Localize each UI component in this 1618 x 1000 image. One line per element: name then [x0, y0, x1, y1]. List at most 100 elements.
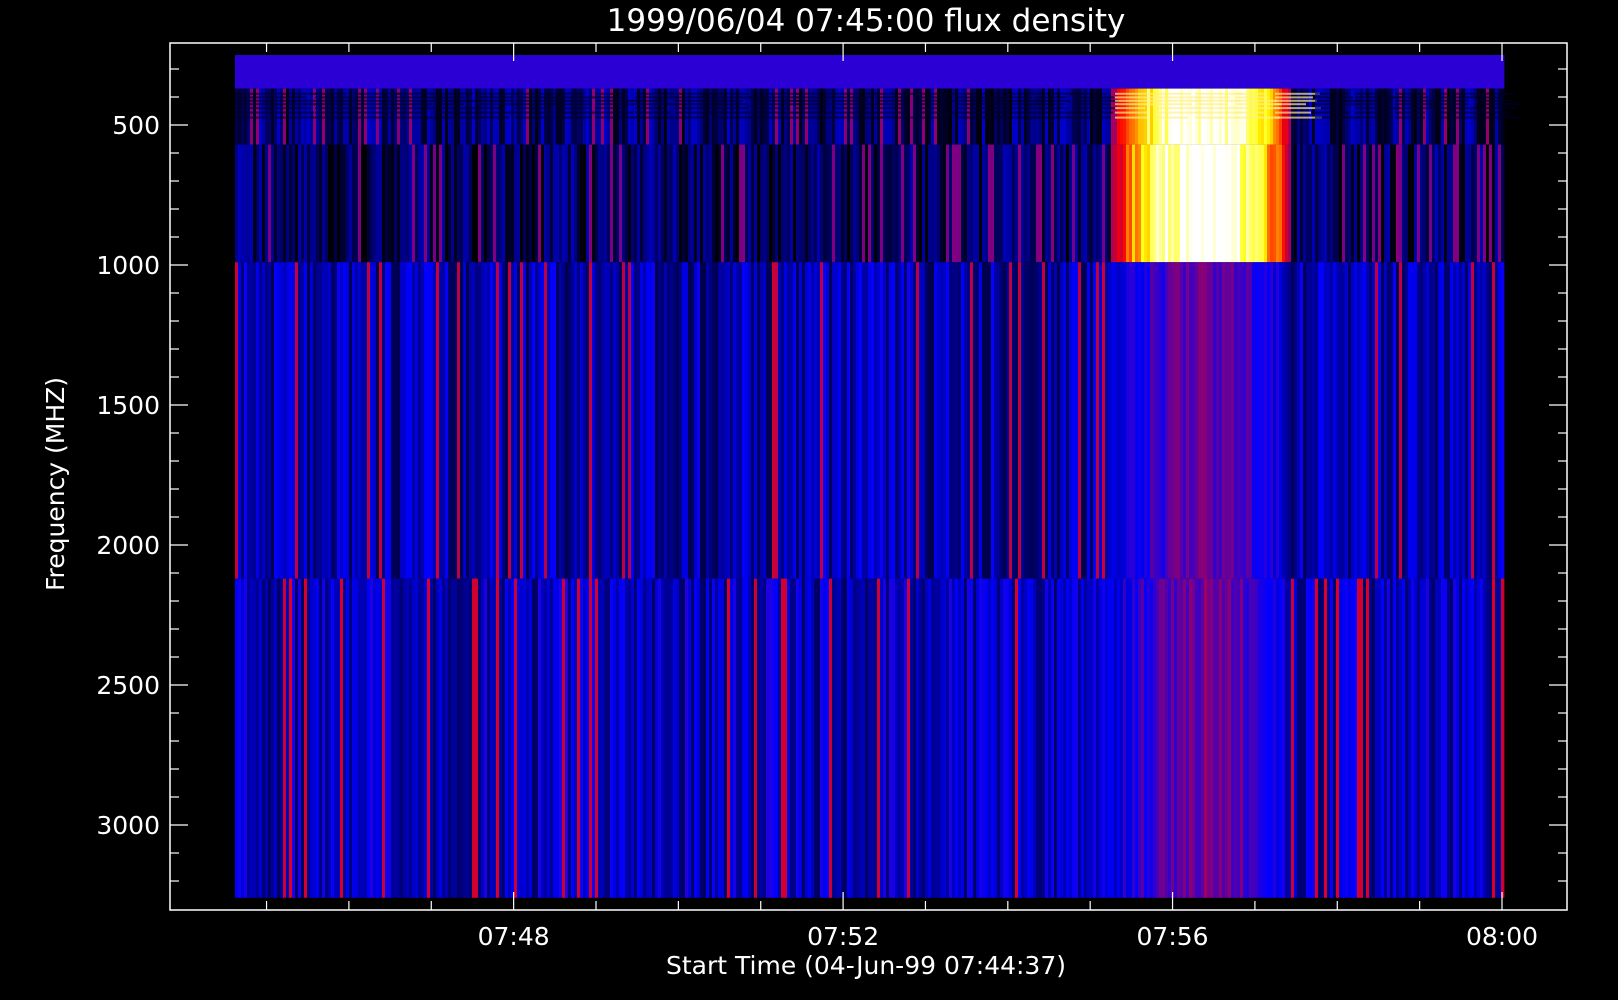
- spectrogram-cell: [301, 578, 305, 898]
- spectrogram-cell: [1297, 578, 1301, 898]
- spectrogram-cell: [328, 144, 332, 263]
- spectrogram-cell: [1165, 55, 1169, 89]
- spectrogram-striation: [1075, 111, 1113, 114]
- spectrogram-cell: [1045, 578, 1049, 898]
- spectrogram-cell: [1057, 144, 1061, 263]
- spectrogram-cell: [655, 144, 659, 263]
- spectrogram-cell: [619, 578, 623, 898]
- spectrogram-cell: [385, 262, 389, 579]
- spectrogram-cell: [472, 55, 476, 89]
- spectrogram-cell: [748, 55, 752, 89]
- spectrogram-cell: [976, 578, 980, 898]
- spectrogram-cell: [316, 578, 320, 898]
- spectrogram-cell: [706, 55, 710, 89]
- spectrogram-cell: [853, 578, 857, 898]
- spectrogram-cell: [1270, 262, 1274, 579]
- spectrogram-cell: [691, 262, 695, 579]
- spectrogram-cell: [802, 578, 806, 898]
- spectrogram-cell: [805, 55, 809, 89]
- spectrogram-striation: [715, 111, 750, 114]
- spectrogram-cell: [1090, 262, 1094, 579]
- spectrogram-cell: [739, 55, 743, 89]
- spectrogram-cell: [796, 262, 800, 579]
- spectrogram-cell: [1402, 55, 1406, 89]
- spectrogram-cell: [1426, 578, 1430, 898]
- spectrogram-cell: [379, 578, 383, 898]
- spectrogram-cell: [1321, 144, 1325, 263]
- spectrogram-cell: [466, 55, 470, 89]
- spectrogram-cell: [265, 55, 269, 89]
- spectrogram-cell: [412, 55, 416, 89]
- spectrogram-striation: [395, 92, 442, 95]
- spectrogram-cell: [709, 144, 713, 263]
- spectrogram-cell: [754, 262, 758, 579]
- spectrogram-cell: [817, 578, 821, 898]
- spectrogram-cell: [958, 55, 962, 89]
- spectrogram-cell: [241, 262, 245, 579]
- spectrogram-striation: [275, 111, 314, 114]
- spectrogram-cell: [1198, 55, 1202, 89]
- spectrogram-cell: [640, 144, 644, 263]
- spectrogram-cell: [1003, 578, 1007, 898]
- spectrogram-cell: [364, 262, 368, 579]
- spectrogram-cell: [667, 144, 671, 263]
- spectrogram-cell: [1081, 55, 1085, 89]
- spectrogram-cell: [1495, 55, 1499, 89]
- spectrogram-cell: [301, 55, 305, 89]
- spectrogram-striation: [1355, 107, 1400, 110]
- spectrogram-cell: [286, 55, 290, 89]
- spectrogram-cell: [1498, 55, 1502, 89]
- y-tick-label: 1500: [96, 391, 160, 420]
- spectrogram-striation: [435, 96, 465, 99]
- spectrogram-cell: [1390, 262, 1394, 579]
- spectrogram-cell: [1186, 55, 1190, 89]
- spectrogram-cell: [439, 144, 443, 263]
- spectrogram-cell: [751, 578, 755, 898]
- spectrogram-cell: [895, 578, 899, 898]
- spectrogram-striation: [275, 92, 318, 95]
- spectrogram-cell: [1273, 144, 1277, 263]
- spectrogram-cell: [400, 262, 404, 579]
- spectrogram-cell: [1366, 55, 1370, 89]
- spectrogram-cell: [262, 578, 266, 898]
- spectrogram-cell: [334, 262, 338, 579]
- spectrogram-cell: [1087, 144, 1091, 263]
- spectrogram-cell: [1108, 578, 1112, 898]
- spectrogram-cell: [463, 144, 467, 263]
- spectrogram-cell: [1372, 262, 1376, 579]
- spectrogram-cell: [454, 55, 458, 89]
- spectrogram-cell: [1129, 55, 1133, 89]
- spectrogram-cell: [931, 55, 935, 89]
- spectrogram-cell: [748, 578, 752, 898]
- spectrogram-striation: [1035, 96, 1066, 99]
- spectrogram-cell: [484, 55, 488, 89]
- spectrogram-cell: [1366, 262, 1370, 579]
- spectrogram-cell: [1474, 262, 1478, 579]
- spectrogram-cell: [304, 262, 308, 579]
- spectrogram-cell: [535, 144, 539, 263]
- spectrogram-cell: [847, 55, 851, 89]
- spectrogram-cell: [340, 144, 344, 263]
- spectrogram-cell: [1048, 262, 1052, 579]
- spectrogram-cell: [427, 55, 431, 89]
- spectrogram-cell: [424, 262, 428, 579]
- spectrogram-cell: [1363, 262, 1367, 579]
- spectrogram-striation: [1195, 107, 1236, 110]
- spectrogram-cell: [1192, 578, 1196, 898]
- spectrogram-cell: [1030, 578, 1034, 898]
- spectrogram-cell: [1135, 578, 1139, 898]
- spectrogram-cell: [1480, 578, 1484, 898]
- spectrogram-cell: [1327, 262, 1331, 579]
- spectrogram-cell: [1075, 578, 1079, 898]
- spectrogram-cell: [373, 55, 377, 89]
- spectrogram-cell: [1483, 262, 1487, 579]
- spectrogram-cell: [655, 262, 659, 579]
- spectrogram-cell: [1267, 578, 1271, 898]
- spectrogram-cell: [637, 578, 641, 898]
- spectrogram-cell: [511, 578, 515, 898]
- spectrogram-cell: [1309, 578, 1313, 898]
- spectrogram-cell: [1123, 578, 1127, 898]
- spectrogram-cell: [1474, 144, 1478, 263]
- spectrogram-cell: [1294, 262, 1298, 579]
- spectrogram-cell: [1291, 578, 1295, 898]
